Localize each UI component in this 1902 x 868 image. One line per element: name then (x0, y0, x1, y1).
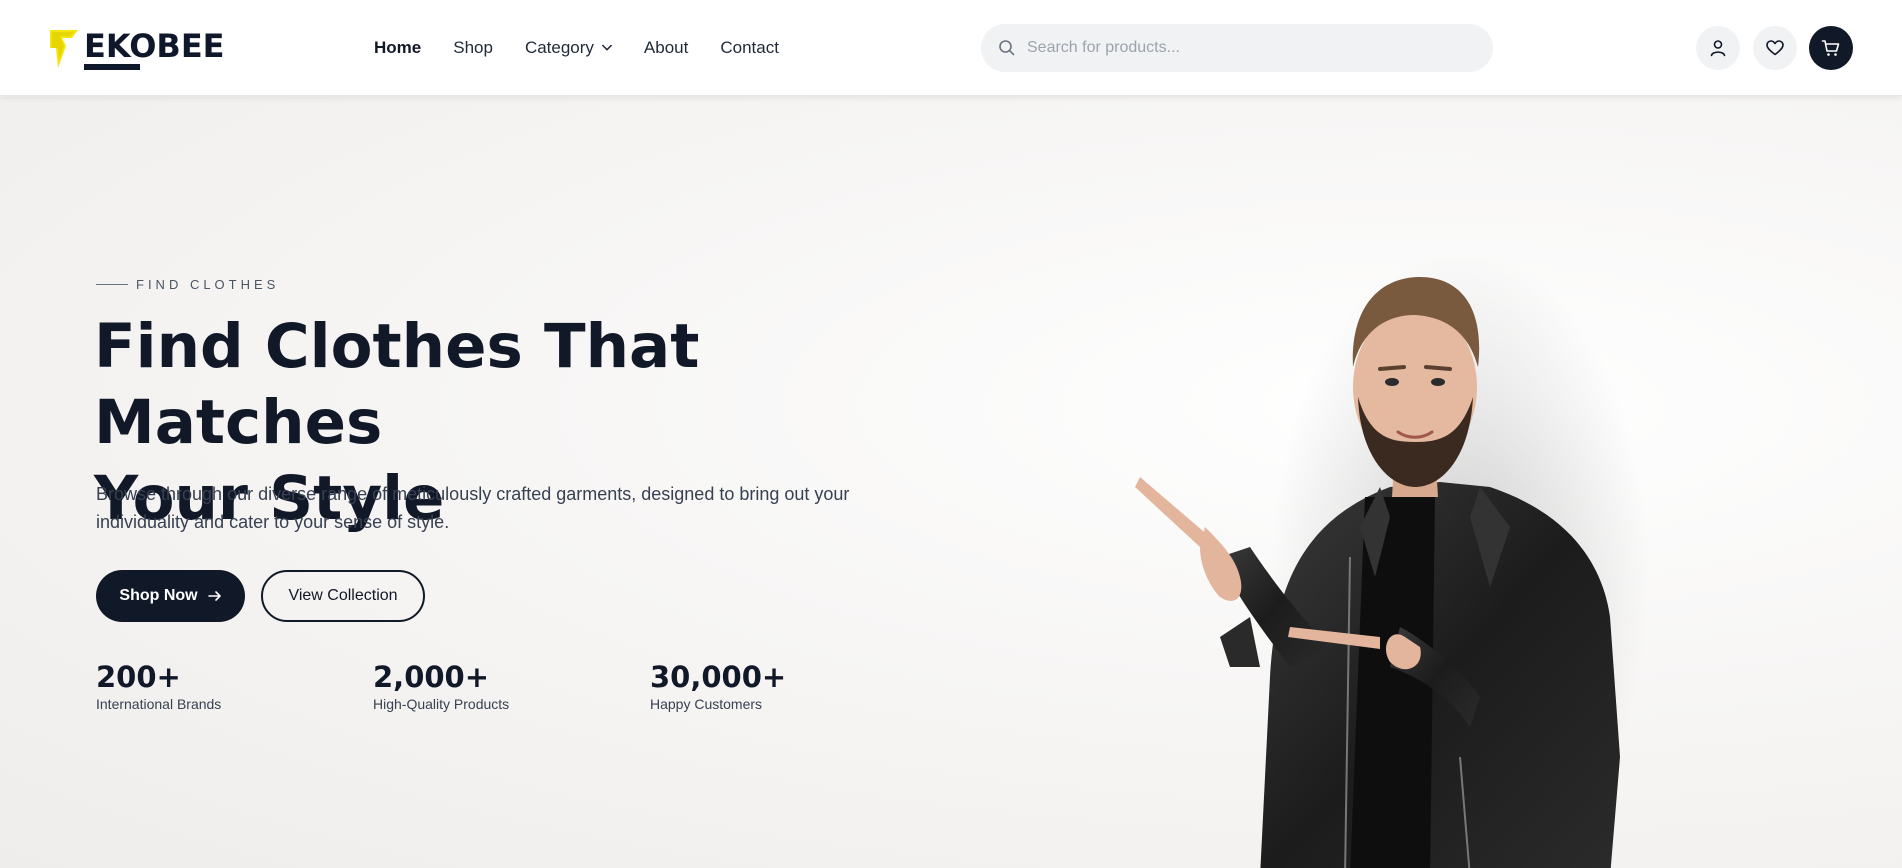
eyebrow-line (96, 284, 128, 285)
hero-section: FIND CLOTHES Find Clothes That Matches Y… (0, 97, 1902, 868)
stat-brands: 200+ International Brands (96, 660, 221, 712)
main-nav: Home Shop Category About Contact (374, 36, 779, 60)
heart-icon (1766, 40, 1784, 56)
stat-customers: 30,000+ Happy Customers (650, 660, 786, 712)
stat-products: 2,000+ High-Quality Products (373, 660, 509, 712)
logo-bolt-icon (50, 30, 78, 68)
stat-label: High-Quality Products (373, 696, 510, 712)
logo-text: EKOBEE (84, 27, 225, 65)
view-collection-button[interactable]: View Collection (261, 570, 425, 622)
wishlist-button[interactable] (1753, 26, 1797, 70)
stat-label: International Brands (96, 696, 222, 712)
shop-now-button[interactable]: Shop Now (96, 570, 245, 622)
search-icon (999, 40, 1015, 56)
search-bar (981, 24, 1493, 72)
view-collection-label: View Collection (288, 587, 398, 604)
stat-value: 200+ (96, 660, 181, 694)
hero-eyebrow: FIND CLOTHES (96, 277, 279, 292)
site-header: EKOBEE Home Shop Category About Contact (0, 0, 1902, 96)
nav-about[interactable]: About (644, 36, 688, 60)
eyebrow-text: FIND CLOTHES (136, 277, 280, 292)
stat-label: Happy Customers (650, 696, 763, 712)
arrow-right-icon (207, 591, 221, 601)
nav-shop[interactable]: Shop (453, 36, 493, 60)
nav-home[interactable]: Home (374, 36, 421, 60)
account-button[interactable] (1696, 26, 1740, 70)
nav-contact[interactable]: Contact (720, 36, 779, 60)
hero-model-image (1135, 247, 1650, 868)
logo-underline (84, 64, 140, 70)
cart-button[interactable] (1809, 26, 1853, 70)
stat-value: 2,000+ (373, 660, 490, 694)
hero-description: Browse through our diverse range of meti… (96, 484, 850, 532)
stat-value: 30,000+ (650, 660, 787, 694)
shop-now-label: Shop Now (119, 587, 198, 604)
user-icon (1710, 40, 1726, 57)
nav-contact-label: Contact (720, 38, 779, 57)
nav-category-label: Category (524, 38, 594, 57)
chevron-down-icon (602, 44, 612, 51)
cart-icon (1821, 40, 1840, 56)
nav-about-label: About (643, 38, 689, 57)
nav-category[interactable]: Category (525, 36, 612, 60)
nav-home-label: Home (374, 38, 422, 57)
logo[interactable]: EKOBEE (48, 26, 225, 72)
headline-line-1: Find Clothes That Matches (94, 311, 700, 458)
nav-shop-label: Shop (453, 38, 493, 57)
search-input[interactable] (1027, 24, 1467, 72)
